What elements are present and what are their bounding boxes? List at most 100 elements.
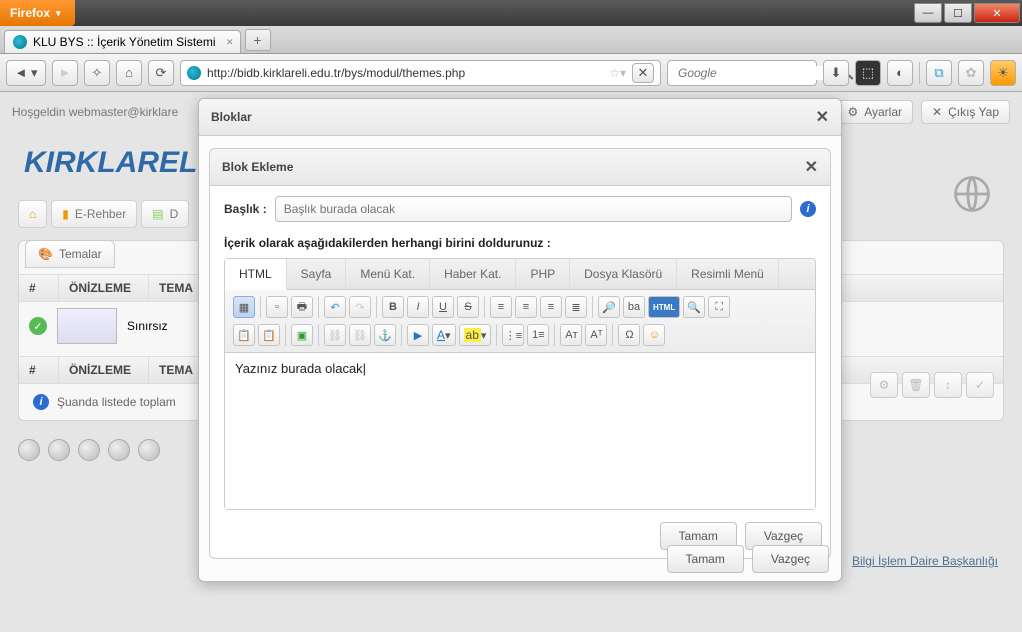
action-settings[interactable]: ⚙ <box>870 372 898 398</box>
tb-link[interactable]: ⛓ <box>324 324 346 346</box>
col-num: # <box>19 275 59 301</box>
share-icon-5[interactable] <box>138 439 160 461</box>
tb-emoji[interactable]: ☺ <box>643 324 665 346</box>
tab-resimli[interactable]: Resimli Menü <box>677 259 779 289</box>
browser-tab[interactable]: KLU BYS :: İçerik Yönetim Sistemi <box>4 30 241 53</box>
home-button[interactable]: ⌂ <box>116 60 142 86</box>
addon-button-5[interactable]: ☀ <box>990 60 1016 86</box>
menu-home[interactable]: ⌂ <box>18 200 47 228</box>
tb-italic[interactable]: I <box>407 296 429 318</box>
tb-symbol[interactable]: Ω <box>618 324 640 346</box>
download-button[interactable]: ⬇ <box>823 60 849 86</box>
tb-media[interactable]: ▶ <box>407 324 429 346</box>
tb-undo[interactable]: ↶ <box>324 296 346 318</box>
addon-button-1[interactable]: ⬚ <box>855 60 881 86</box>
footer-link[interactable]: Bilgi İşlem Daire Başkanlığı <box>852 554 998 568</box>
nav-toolbar: ◄ ▾ ► ✧ ⌂ ⟳ ☆▾ ✕ 🔍 ⬇ ⬚ ◐ ⧉ ✿ ☀ <box>0 54 1022 92</box>
gear-icon: ⚙ <box>847 105 858 119</box>
help-icon[interactable]: i <box>800 201 816 217</box>
tb-sub[interactable]: Aт <box>560 324 582 346</box>
share-icon-2[interactable] <box>48 439 70 461</box>
tb-paste[interactable]: 📋 <box>233 324 255 346</box>
tb-align-left[interactable]: ≡ <box>490 296 512 318</box>
tab-dosya[interactable]: Dosya Klasörü <box>570 259 677 289</box>
share-icon-3[interactable] <box>78 439 100 461</box>
bookmark-star-button[interactable]: ✧ <box>84 60 110 86</box>
tab-haber-kat[interactable]: Haber Kat. <box>430 259 516 289</box>
firefox-menu-button[interactable]: Firefox <box>0 0 75 26</box>
theme-name: Sınırsız <box>127 319 168 333</box>
dialog-bloklar-close[interactable]: ✕ <box>816 107 829 127</box>
doc-icon: ▤ <box>152 207 163 221</box>
minimize-button[interactable]: — <box>914 3 942 23</box>
menu-d[interactable]: ▤D <box>141 200 189 228</box>
url-favicon-icon <box>187 66 201 80</box>
tb-align-center[interactable]: ≡ <box>515 296 537 318</box>
addon-button-4[interactable]: ✿ <box>958 60 984 86</box>
home-icon: ⌂ <box>29 207 36 221</box>
panel-tab-temalar[interactable]: 🎨Temalar <box>25 240 115 268</box>
tb-image[interactable]: ▣ <box>291 324 313 346</box>
tb-zoom[interactable]: 🔍 <box>683 296 705 318</box>
forward-button[interactable]: ► <box>52 60 78 86</box>
close-button[interactable]: ✕ <box>974 3 1020 23</box>
addon-button-3[interactable]: ⧉ <box>926 60 952 86</box>
back-button[interactable]: ◄ ▾ <box>6 60 46 86</box>
reload-button[interactable]: ⟳ <box>148 60 174 86</box>
palette-icon: 🎨 <box>38 247 53 261</box>
tb-align-right[interactable]: ≡ <box>540 296 562 318</box>
tb-fullscreen[interactable]: ⛶ <box>708 296 730 318</box>
tb-underline[interactable]: U <box>432 296 454 318</box>
editor-toolbar: ▦ ▫ 🖶 ↶ ↷ B I U S ≡ ≡ <box>225 290 815 353</box>
tb-ol[interactable]: 1≡ <box>527 324 549 346</box>
new-tab-button[interactable]: + <box>245 29 271 51</box>
tab-menu-kat[interactable]: Menü Kat. <box>346 259 430 289</box>
tb-replace[interactable]: ba <box>623 296 645 318</box>
editor-area[interactable]: Yazınız burada olacak <box>225 353 815 509</box>
tb-source[interactable]: ▦ <box>233 296 255 318</box>
tb-ul[interactable]: ⋮≡ <box>502 324 524 346</box>
outer-cancel-button[interactable]: Vazgeç <box>752 545 829 573</box>
favicon-icon <box>13 35 27 49</box>
action-move[interactable]: ↕ <box>934 372 962 398</box>
tb-bold[interactable]: B <box>382 296 404 318</box>
tab-php[interactable]: PHP <box>516 259 570 289</box>
book-icon: ▮ <box>62 207 69 221</box>
tb-html[interactable]: HTML <box>648 296 680 318</box>
tb-find[interactable]: 🔎 <box>598 296 620 318</box>
tb-textcolor[interactable]: A ▾ <box>432 324 456 346</box>
tab-sayfa[interactable]: Sayfa <box>287 259 347 289</box>
outer-ok-button[interactable]: Tamam <box>667 545 744 573</box>
stop-button[interactable]: ✕ <box>632 63 654 83</box>
menu-erehber[interactable]: ▮E-Rehber <box>51 200 137 228</box>
tb-unlink[interactable]: ⛓ <box>349 324 371 346</box>
url-input[interactable] <box>207 66 603 80</box>
share-icon-4[interactable] <box>108 439 130 461</box>
address-bar[interactable]: ☆▾ ✕ <box>180 60 661 86</box>
title-input[interactable] <box>275 196 792 222</box>
dialog-blok-ekleme-close[interactable]: ✕ <box>805 157 818 177</box>
tb-newdoc[interactable]: ▫ <box>266 296 288 318</box>
tb-anchor[interactable]: ⚓ <box>374 324 396 346</box>
action-delete[interactable]: 🗑 <box>902 372 930 398</box>
tb-sup[interactable]: Aᵀ <box>585 324 607 346</box>
settings-button[interactable]: ⚙Ayarlar <box>836 100 913 124</box>
maximize-button[interactable]: ☐ <box>944 3 972 23</box>
tb-print[interactable]: 🖶 <box>291 296 313 318</box>
tb-bgcolor[interactable]: ab ▾ <box>459 324 492 346</box>
content-tabs: HTML Sayfa Menü Kat. Haber Kat. PHP Dosy… <box>225 259 815 290</box>
addon-button-2[interactable]: ◐ <box>887 60 913 86</box>
tab-html[interactable]: HTML <box>225 259 287 290</box>
search-box[interactable]: 🔍 <box>667 60 817 86</box>
action-ok[interactable]: ✓ <box>966 372 994 398</box>
instruction-text: İçerik olarak aşağıdakilerden herhangi b… <box>210 232 830 258</box>
feed-icon[interactable]: ☆▾ <box>609 66 626 80</box>
logout-button[interactable]: ✕Çıkış Yap <box>921 100 1010 124</box>
tb-align-justify[interactable]: ≣ <box>565 296 587 318</box>
share-icon-1[interactable] <box>18 439 40 461</box>
welcome-text: Hoşgeldin webmaster@kirklare <box>12 105 178 119</box>
tb-paste-text[interactable]: 📋 <box>258 324 280 346</box>
tb-redo[interactable]: ↷ <box>349 296 371 318</box>
search-input[interactable] <box>678 66 835 80</box>
tb-strike[interactable]: S <box>457 296 479 318</box>
